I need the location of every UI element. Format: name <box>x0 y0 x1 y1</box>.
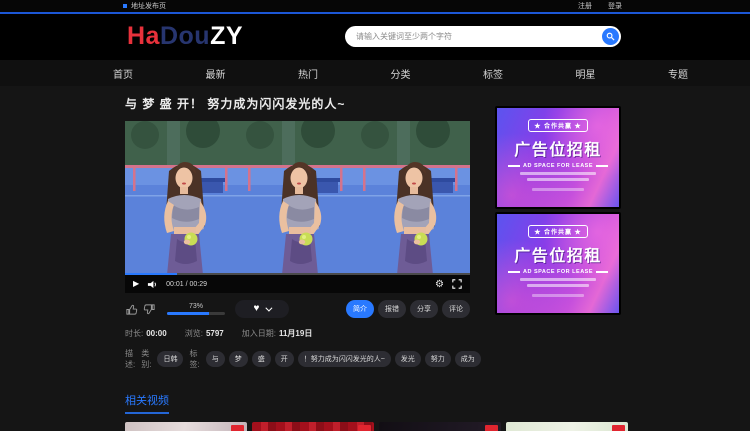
ad-fine-print <box>527 284 589 287</box>
video-badge <box>231 425 244 431</box>
favorite-button[interactable]: ♥ <box>235 300 289 318</box>
related-videos-heading[interactable]: 相关视频 <box>125 392 169 414</box>
date-added-value: 11月19日 <box>279 329 312 338</box>
related-video-thumb[interactable] <box>379 422 501 431</box>
play-button[interactable]: ▶ <box>133 280 139 288</box>
site-notice-label: 地址发布页 <box>131 1 166 11</box>
views-value: 5797 <box>206 329 224 338</box>
like-percent: 73% <box>167 303 225 310</box>
tag-pill[interactable]: 发光 <box>395 351 421 367</box>
nav-item-hot[interactable]: 热门 <box>298 66 318 81</box>
ad-subtitle: AD SPACE FOR LEASE <box>523 163 593 169</box>
time-display: 00:01 / 00:29 <box>166 281 207 288</box>
blue-dot-icon <box>123 4 127 8</box>
rating-bar-fill <box>167 312 209 315</box>
category-pill[interactable]: 日韩 <box>157 351 183 367</box>
report-button[interactable]: 报错 <box>378 300 406 318</box>
dash-decoration <box>596 271 608 273</box>
register-link[interactable]: 注册 <box>578 1 592 11</box>
search-input[interactable] <box>345 32 602 41</box>
ad-banner[interactable]: ★ 合作共赢 ★ 广告位招租 AD SPACE FOR LEASE <box>495 212 621 315</box>
logo-part-1: Ha <box>127 22 160 50</box>
thumbs-up-icon[interactable] <box>125 303 138 316</box>
duration-value: 00:00 <box>146 329 166 338</box>
related-video-thumb[interactable] <box>252 422 374 431</box>
tags-label: 标签: <box>189 348 199 370</box>
logo-part-3: ZY <box>210 22 243 50</box>
rating-bar[interactable] <box>167 312 225 315</box>
like-rating: 73% <box>167 303 225 315</box>
site-notice-link[interactable]: 地址发布页 <box>123 1 166 11</box>
header: HaDouZY <box>0 14 750 60</box>
ad-badge: ★ 合作共赢 ★ <box>528 119 587 132</box>
ad-footer-text <box>532 188 584 191</box>
category-label: 类别: <box>141 348 151 370</box>
tag-pill[interactable]: 努力 <box>425 351 451 367</box>
nav-item-topics[interactable]: 专题 <box>668 66 688 81</box>
topbar: 地址发布页 注册 登录 <box>0 0 750 14</box>
related-videos-row <box>125 422 628 431</box>
volume-icon[interactable] <box>147 279 158 290</box>
video-content[interactable] <box>125 121 470 275</box>
ad-fine-print <box>527 178 589 181</box>
chevron-down-icon <box>266 304 273 311</box>
share-button[interactable]: 分享 <box>410 300 438 318</box>
ad-fine-print <box>520 172 596 175</box>
action-row: 73% ♥ 简介 报错 分享 评论 <box>125 300 470 318</box>
duration-label: 时长: <box>125 329 143 338</box>
dash-decoration <box>508 271 520 273</box>
nav-item-latest[interactable]: 最新 <box>206 66 226 81</box>
tag-pill[interactable]: 开 <box>275 351 294 367</box>
main-nav: 首页 最新 热门 分类 标签 明星 专题 <box>0 60 750 86</box>
tag-pill[interactable]: ！努力成为闪闪发光的人~ <box>298 351 391 367</box>
nav-item-stars[interactable]: 明星 <box>576 66 596 81</box>
video-badge <box>612 425 625 431</box>
login-link[interactable]: 登录 <box>608 1 622 11</box>
related-video-thumb[interactable] <box>506 422 628 431</box>
views-label: 浏览: <box>185 329 203 338</box>
settings-gear-icon[interactable]: ⚙ <box>435 279 444 290</box>
info-tab-button[interactable]: 简介 <box>346 300 374 318</box>
video-player[interactable]: ▶ 00:01 / 00:29 ⚙ <box>125 121 470 293</box>
ad-title: 广告位招租 <box>514 136 602 160</box>
tag-pill[interactable]: 盛 <box>252 351 271 367</box>
thumbs-down-icon[interactable] <box>143 303 156 316</box>
search-bar <box>345 26 621 47</box>
ad-subtitle: AD SPACE FOR LEASE <box>523 269 593 275</box>
logo-part-2: Dou <box>160 22 210 50</box>
dash-decoration <box>596 165 608 167</box>
dash-decoration <box>508 165 520 167</box>
date-added-label: 加入日期: <box>242 329 276 338</box>
search-icon <box>606 32 615 41</box>
heart-icon: ♥ <box>254 304 260 314</box>
ad-title: 广告位招租 <box>514 242 602 266</box>
ad-fine-print <box>520 278 596 281</box>
video-badge <box>485 425 498 431</box>
player-controls: ▶ 00:01 / 00:29 ⚙ <box>125 275 470 293</box>
tag-pill[interactable]: 成为 <box>455 351 481 367</box>
sidebar: ★ 合作共赢 ★ 广告位招租 AD SPACE FOR LEASE ★ 合作共赢… <box>495 86 621 370</box>
search-button[interactable] <box>602 28 619 45</box>
related-video-thumb[interactable] <box>125 422 247 431</box>
fullscreen-icon[interactable] <box>452 279 462 289</box>
nav-item-categories[interactable]: 分类 <box>391 66 411 81</box>
video-badge <box>358 425 371 431</box>
comment-button[interactable]: 评论 <box>442 300 470 318</box>
tag-pill[interactable]: 梦 <box>229 351 248 367</box>
nav-item-home[interactable]: 首页 <box>113 66 133 81</box>
ad-footer-text <box>532 294 584 297</box>
content-area: 与 梦 盛 开！ 努力成为闪闪发光的人~ <box>125 86 628 431</box>
ad-banner[interactable]: ★ 合作共赢 ★ 广告位招租 AD SPACE FOR LEASE <box>495 106 621 209</box>
tag-pill[interactable]: 与 <box>206 351 225 367</box>
video-stats: 时长:00:00 浏览:5797 加入日期:11月19日 <box>125 328 470 339</box>
video-title: 与 梦 盛 开！ 努力成为闪闪发光的人~ <box>125 95 470 112</box>
nav-item-tags[interactable]: 标签 <box>483 66 503 81</box>
video-meta: 描述: 类别: 日韩 标签: 与 梦 盛 开 ！努力成为闪闪发光的人~ 发光 努… <box>125 348 470 370</box>
ad-badge: ★ 合作共赢 ★ <box>528 225 587 238</box>
site-logo[interactable]: HaDouZY <box>127 22 243 51</box>
description-label: 描述: <box>125 348 135 370</box>
